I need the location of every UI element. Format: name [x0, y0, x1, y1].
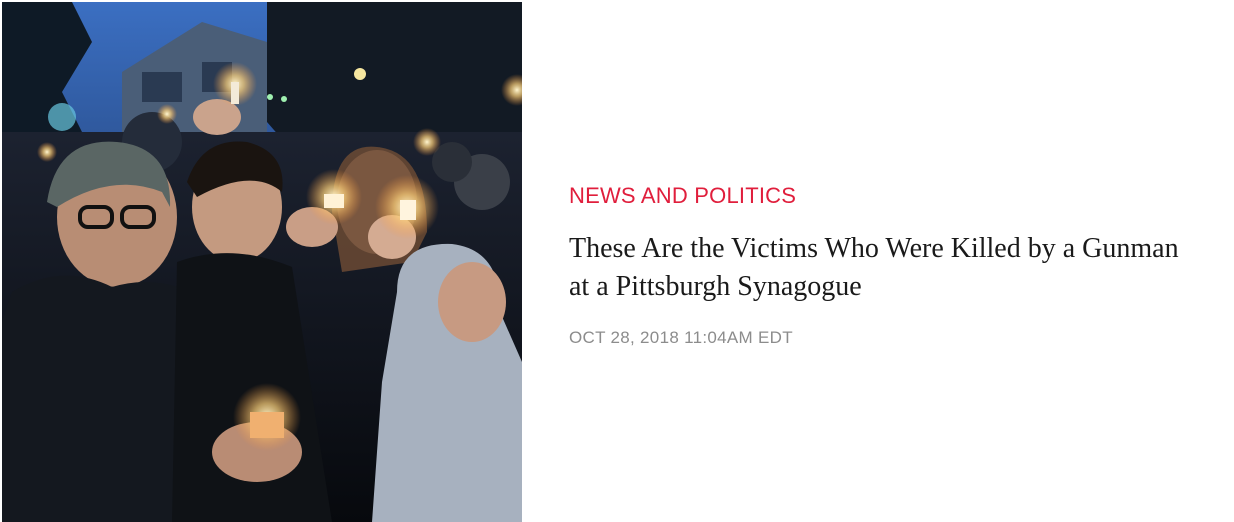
article-headline-link[interactable]: These Are the Victims Who Were Killed by…	[569, 230, 1189, 306]
article-thumbnail-image[interactable]	[2, 2, 522, 522]
candlelight-vigil-photo	[2, 2, 522, 522]
article-timestamp: OCT 28, 2018 11:04AM EDT	[569, 328, 793, 347]
article-card[interactable]: NEWS AND POLITICS These Are the Victims …	[0, 0, 1234, 522]
category-link[interactable]: NEWS AND POLITICS	[569, 180, 796, 212]
article-text-block: NEWS AND POLITICS These Are the Victims …	[569, 180, 1209, 348]
